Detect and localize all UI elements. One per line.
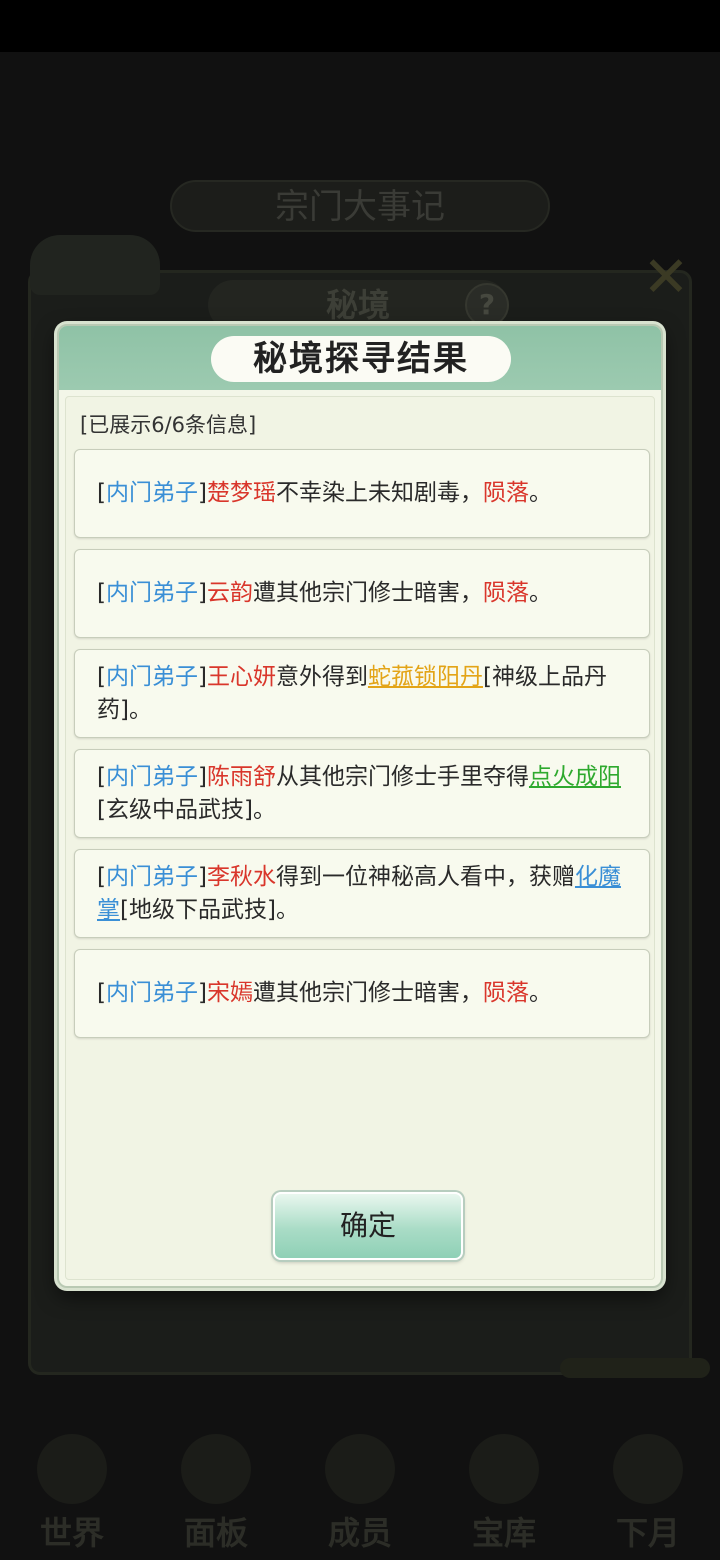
sentence-end: 。	[528, 580, 552, 606]
result-card: [内门弟子]王心妍意外得到蛇菰锁阳丹[神级上品丹药]。	[74, 649, 650, 738]
nav-item-treasury: 宝库	[444, 1434, 564, 1554]
nav-item-members: 成员	[300, 1434, 420, 1554]
event-text: 不幸染上未知剧毒，	[275, 480, 483, 506]
secret-realm-tab: 秘境	[208, 280, 508, 330]
disciple-name: 王心妍	[206, 663, 276, 690]
world-icon	[37, 1434, 107, 1504]
event-text: 遭其他宗门修士暗害，	[252, 980, 483, 1006]
skill-link[interactable]: 点火成阳	[529, 764, 621, 790]
bottom-nav: 世界 面板 成员 宝库 下月	[0, 1420, 720, 1560]
result-card: [内门弟子]宋嫣遭其他宗门修士暗害，陨落。	[74, 949, 650, 1038]
dialog-header: 秘境探寻结果	[59, 326, 661, 390]
disciple-rank: 内门弟子	[105, 480, 198, 506]
result-text: [内门弟子]楚梦瑶不幸染上未知剧毒，陨落。	[97, 480, 552, 506]
nav-label: 下月	[615, 1514, 680, 1552]
result-text: [内门弟子]李秋水得到一位神秘高人看中，获赠化魔掌[地级下品武技]。	[97, 863, 621, 923]
question-icon: ?	[465, 283, 509, 327]
event-text: 意外得到	[275, 663, 368, 690]
sentence-end: 。	[528, 980, 552, 1006]
disciple-rank: 内门弟子	[105, 980, 198, 1006]
disciple-rank: 内门弟子	[105, 580, 198, 606]
nav-label: 世界	[39, 1514, 104, 1552]
nav-item-world: 世界	[12, 1434, 132, 1554]
sentence-end: 。	[275, 896, 299, 923]
background-scroll-bar	[560, 1358, 710, 1378]
close-icon: ✕	[642, 245, 690, 310]
result-card: [内门弟子]云韵遭其他宗门修士暗害，陨落。	[74, 549, 650, 638]
result-text: [内门弟子]云韵遭其他宗门修士暗害，陨落。	[97, 580, 552, 606]
event-text: 从其他宗门修士手里夺得	[275, 763, 529, 790]
disciple-name: 楚梦瑶	[206, 480, 276, 506]
nav-label: 宝库	[471, 1514, 536, 1552]
info-count: [已展示6/6条信息]	[80, 413, 257, 437]
nav-item-panel: 面板	[156, 1434, 276, 1554]
exploration-result-dialog: 秘境探寻结果 [已展示6/6条信息] [内门弟子]楚梦瑶不幸染上未知剧毒，陨落。…	[57, 324, 663, 1288]
confirm-button[interactable]: 确定	[273, 1192, 463, 1260]
cloud-sword-decoration	[30, 235, 160, 295]
treasury-icon	[469, 1434, 539, 1504]
dialog-title: 秘境探寻结果	[211, 336, 511, 382]
members-icon	[325, 1434, 395, 1504]
event-result: 陨落	[482, 580, 529, 606]
event-result: 陨落	[482, 980, 529, 1006]
status-bar	[0, 0, 720, 52]
disciple-rank: 内门弟子	[105, 763, 198, 790]
next-month-icon	[613, 1434, 683, 1504]
item-link[interactable]: 蛇菰锁阳丹	[368, 664, 483, 690]
disciple-name: 云韵	[206, 580, 253, 606]
result-text: [内门弟子]王心妍意外得到蛇菰锁阳丹[神级上品丹药]。	[97, 663, 607, 723]
result-list: [内门弟子]楚梦瑶不幸染上未知剧毒，陨落。 [内门弟子]云韵遭其他宗门修士暗害，…	[74, 449, 650, 1049]
disciple-name: 宋嫣	[206, 980, 253, 1006]
event-result: 陨落	[482, 480, 529, 506]
result-text: [内门弟子]陈雨舒从其他宗门修士手里夺得点火成阳[玄级中品武技]。	[97, 763, 621, 823]
disciple-rank: 内门弟子	[105, 663, 198, 690]
panel-icon	[181, 1434, 251, 1504]
sentence-end: 。	[128, 696, 152, 723]
sentence-end: 。	[252, 796, 276, 823]
item-grade: [地级下品武技]	[120, 896, 276, 923]
result-card: [内门弟子]陈雨舒从其他宗门修士手里夺得点火成阳[玄级中品武技]。	[74, 749, 650, 838]
result-text: [内门弟子]宋嫣遭其他宗门修士暗害，陨落。	[97, 980, 552, 1006]
disciple-name: 李秋水	[206, 863, 276, 890]
result-card: [内门弟子]楚梦瑶不幸染上未知剧毒，陨落。	[74, 449, 650, 538]
dialog-body: [已展示6/6条信息] [内门弟子]楚梦瑶不幸染上未知剧毒，陨落。 [内门弟子]…	[65, 396, 655, 1280]
nav-label: 成员	[327, 1514, 392, 1552]
nav-item-next-month: 下月	[588, 1434, 708, 1554]
disciple-name: 陈雨舒	[206, 763, 276, 790]
event-text: 遭其他宗门修士暗害，	[252, 580, 483, 606]
item-grade: [玄级中品武技]	[97, 796, 253, 823]
nav-label: 面板	[183, 1514, 248, 1552]
event-log-title: 宗门大事记	[170, 180, 550, 232]
event-text: 得到一位神秘高人看中，获赠	[275, 863, 575, 890]
result-card: [内门弟子]李秋水得到一位神秘高人看中，获赠化魔掌[地级下品武技]。	[74, 849, 650, 938]
sentence-end: 。	[528, 480, 552, 506]
disciple-rank: 内门弟子	[105, 863, 198, 890]
